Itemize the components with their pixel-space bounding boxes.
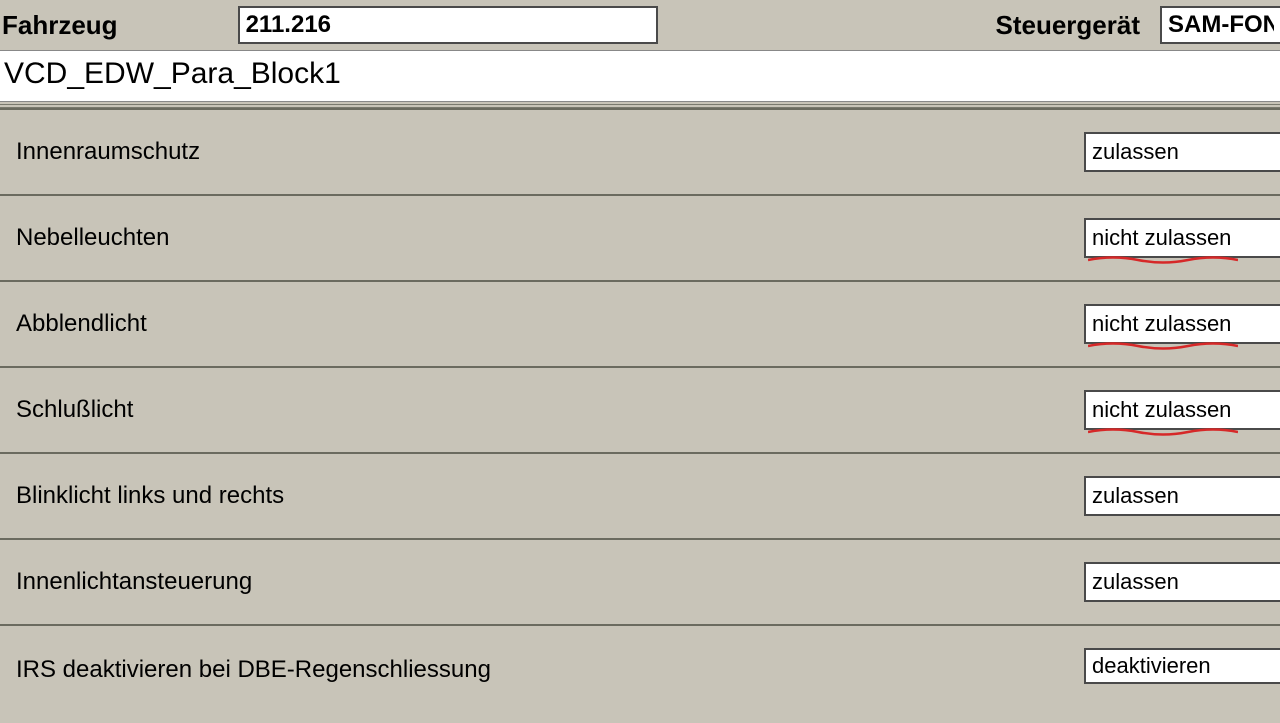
parameter-row: Innenraumschutz (0, 108, 1280, 194)
parameter-row: Blinklicht links und rechts (0, 452, 1280, 538)
parameter-value-input[interactable] (1084, 562, 1280, 602)
parameter-label: Blinklicht links und rechts (16, 482, 1084, 510)
spellcheck-underline-icon (1088, 338, 1238, 348)
parameter-value-wrap (1084, 562, 1280, 602)
parameter-row: IRS deaktivieren bei DBE-Regenschliessun… (0, 624, 1280, 684)
parameter-label: IRS deaktivieren bei DBE-Regenschliessun… (16, 656, 1084, 684)
parameter-value-input[interactable] (1084, 476, 1280, 516)
parameter-value-wrap (1084, 218, 1280, 258)
parameter-label: Schlußlicht (16, 396, 1084, 424)
parameter-row: Schlußlicht (0, 366, 1280, 452)
header-row: Fahrzeug Steuergerät (0, 0, 1280, 50)
vehicle-input[interactable] (238, 6, 658, 44)
ecu-label: Steuergerät (994, 10, 1141, 41)
parameter-label: Abblendlicht (16, 310, 1084, 338)
parameter-value-input[interactable] (1084, 648, 1280, 684)
parameter-value-input[interactable] (1084, 132, 1280, 172)
block-title: VCD_EDW_Para_Block1 (0, 50, 1280, 102)
parameter-value-wrap (1084, 304, 1280, 344)
parameter-row: Abblendlicht (0, 280, 1280, 366)
parameter-label: Innenlichtansteuerung (16, 568, 1084, 596)
parameter-value-wrap (1084, 390, 1280, 430)
parameter-row: Innenlichtansteuerung (0, 538, 1280, 624)
vehicle-label: Fahrzeug (0, 10, 118, 41)
ecu-input[interactable] (1160, 6, 1280, 44)
parameter-value-wrap (1084, 648, 1280, 684)
spellcheck-underline-icon (1088, 424, 1238, 434)
parameter-list: Innenraumschutz Nebelleuchten Abblendlich… (0, 108, 1280, 684)
parameter-value-wrap (1084, 132, 1280, 172)
parameter-row: Nebelleuchten (0, 194, 1280, 280)
parameter-label: Nebelleuchten (16, 224, 1084, 252)
parameter-label: Innenraumschutz (16, 138, 1084, 166)
parameter-value-wrap (1084, 476, 1280, 516)
spellcheck-underline-icon (1088, 252, 1238, 262)
